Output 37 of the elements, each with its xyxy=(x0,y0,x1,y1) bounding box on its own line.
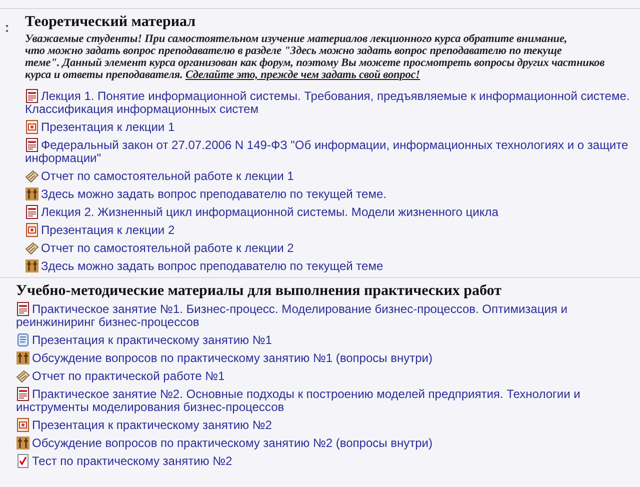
resource-link[interactable]: Федеральный закон от 27.07.2006 N 149-ФЗ "Об информации, информационных технологиях и о защите информации" xyxy=(25,138,640,165)
resource-link[interactable]: Практическое занятие №2. Основные подходы к построению моделей предприятия. Технологии и инструменты моделирования бизнес-процессов xyxy=(16,387,640,414)
papers-icon xyxy=(25,241,39,255)
pdf-icon xyxy=(25,138,39,152)
resource-link[interactable]: Отчет по практической работе №1 xyxy=(16,369,640,383)
papers-icon xyxy=(25,169,39,183)
pdf-icon xyxy=(25,89,39,103)
resource-link[interactable]: Обсуждение вопросов по практическому занятию №1 (вопросы внутри) xyxy=(16,351,640,365)
presentation-icon xyxy=(25,120,39,134)
resource-link[interactable]: Обсуждение вопросов по практическому занятию №2 (вопросы внутри) xyxy=(16,436,640,450)
resource-link[interactable]: Отчет по самостоятельной работе к лекции 1 xyxy=(25,169,640,183)
resource-link[interactable]: Лекция 2. Жизненный цикл информационной системы. Модели жизненного цикла xyxy=(25,205,640,219)
resource-link[interactable]: Презентация к практическому занятию №2 xyxy=(16,418,640,432)
resource-link[interactable]: Практическое занятие №1. Бизнес-процесс. Моделирование бизнес-процессов. Оптимизация и реинжиниринг бизнес-процессов xyxy=(16,302,640,329)
pdf-icon xyxy=(25,205,39,219)
resource-link[interactable]: Здесь можно задать вопрос преподавателю по текущей теме. xyxy=(25,187,640,201)
intro-text: теме". Данный элемент курса организован как форум, поэтому Вы можете просмотреть вопросы других частников xyxy=(25,57,606,69)
resource-link[interactable]: Презентация к практическому занятию №1 xyxy=(16,333,640,347)
resource-link[interactable]: Презентация к лекции 2 xyxy=(25,223,640,237)
intro-text: что можно задать вопрос преподавателю в разделе "Здесь можно задать вопрос преподавателю по текуще xyxy=(25,45,563,57)
presentation-icon xyxy=(25,223,39,237)
resource-link[interactable]: Презентация к лекции 1 xyxy=(25,120,640,134)
drag-handle-icon[interactable] xyxy=(5,24,9,34)
section-title: Теоретический материал xyxy=(25,14,197,31)
papers-icon xyxy=(16,369,30,383)
resource-link[interactable]: Отчет по самостоятельной работе к лекции 2 xyxy=(25,241,640,255)
checkmark-icon xyxy=(16,454,30,468)
intro-text: курса и ответы преподавателя. xyxy=(25,69,183,81)
pdf-icon xyxy=(16,302,30,316)
intro-text: Уважаемые студенты! При самостоятельном изучение материалов лекционного курса обратите внимание, xyxy=(25,33,568,45)
section-title: Учебно-методические материалы для выполнения практических работ xyxy=(16,283,502,300)
resource-link[interactable]: Здесь можно задать вопрос преподавателю по текущей теме xyxy=(25,259,640,273)
resource-link[interactable]: Тест по практическому занятию №2 xyxy=(16,454,640,468)
resource-link[interactable]: Лекция 1. Понятие информационной системы. Требования, предъявляемые к информационной системе. Классификация информационных систем xyxy=(25,89,640,116)
pdf-icon xyxy=(16,387,30,401)
scroll-icon xyxy=(16,333,30,347)
presentation-icon xyxy=(16,418,30,432)
